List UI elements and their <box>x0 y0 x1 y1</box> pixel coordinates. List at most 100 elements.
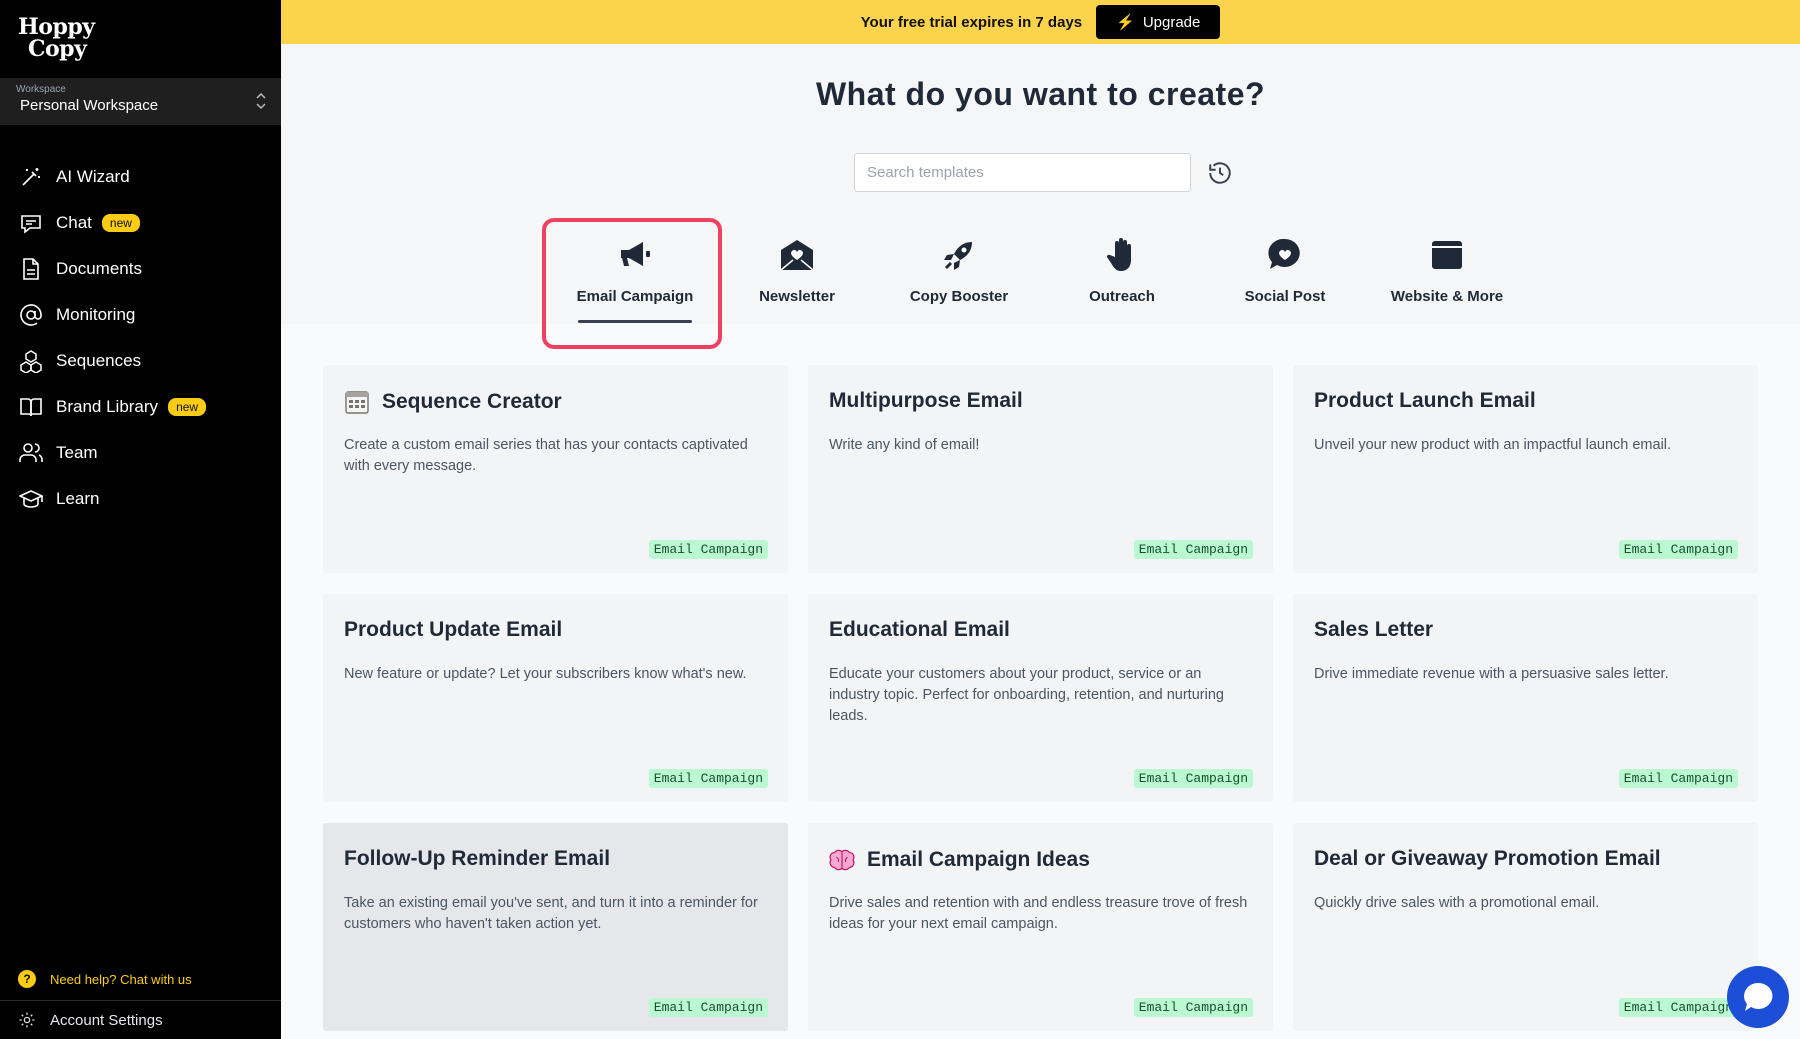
sidebar-item-label: Documents <box>56 259 142 278</box>
category-tag: Email Campaign <box>1133 540 1253 559</box>
search-templates-input[interactable] <box>854 153 1191 192</box>
book-icon <box>18 394 44 420</box>
help-chat-link[interactable]: ? Need help? Chat with us <box>18 970 192 988</box>
trial-banner: Your free trial expires in 7 days ⚡ Upgr… <box>281 0 1800 44</box>
category-tag: Email Campaign <box>1133 998 1253 1017</box>
tab-label: Newsletter <box>759 288 835 305</box>
category-tag: Email Campaign <box>648 540 768 559</box>
brain-icon <box>829 847 855 873</box>
sidebar-item-label: Learn <box>56 489 100 508</box>
card-title: Deal or Giveaway Promotion Email <box>1314 847 1661 870</box>
template-card-product-launch-email[interactable]: Product Launch Email Unveil your new pro… <box>1293 365 1758 573</box>
card-title: Multipurpose Email <box>829 389 1023 412</box>
card-title-row: Multipurpose Email <box>829 389 1023 413</box>
at-sign-icon <box>18 302 44 328</box>
page-title: What do you want to create? <box>815 76 1266 112</box>
tab-social-post[interactable]: Social Post <box>1210 236 1360 332</box>
card-title: Product Update Email <box>344 618 563 641</box>
browser-window-icon <box>1428 236 1466 274</box>
template-card-sales-letter[interactable]: Sales Letter Drive immediate revenue wit… <box>1293 594 1758 802</box>
gear-icon <box>19 1012 35 1028</box>
megaphone-icon <box>616 236 654 274</box>
logo-line-1: Hoppy <box>18 14 95 40</box>
sidebar: Hoppy Copy Workspace Personal Workspace … <box>0 0 281 1039</box>
tab-outreach[interactable]: Outreach <box>1047 236 1197 332</box>
sidebar-item-team[interactable]: Team <box>0 430 281 476</box>
sidebar-item-label: Chat <box>56 213 92 232</box>
new-badge: new <box>101 214 140 232</box>
tab-email-campaign[interactable]: Email Campaign <box>560 236 710 332</box>
sidebar-item-sequences[interactable]: Sequences <box>0 338 281 384</box>
tab-newsletter[interactable]: Newsletter <box>722 236 872 332</box>
card-description: Unveil your new product with an impactfu… <box>1314 437 1672 453</box>
card-title: Email Campaign Ideas <box>867 848 1090 871</box>
logo-line-2: Copy <box>28 36 87 62</box>
card-description: Write any kind of email! <box>829 437 980 453</box>
tab-label: Copy Booster <box>909 288 1009 305</box>
category-tag: Email Campaign <box>1618 540 1738 559</box>
card-title-row: Email Campaign Ideas <box>829 847 1090 873</box>
trial-text: Your free trial expires in 7 days <box>860 13 1083 31</box>
account-settings-link[interactable]: Account Settings <box>0 1000 281 1039</box>
rocket-icon <box>940 236 978 274</box>
sidebar-item-ai-wizard[interactable]: AI Wizard <box>0 154 281 200</box>
card-description: Quickly drive sales with a promotional e… <box>1314 895 1600 911</box>
calendar-icon <box>344 389 370 415</box>
sidebar-item-documents[interactable]: Documents <box>0 246 281 292</box>
tab-label: Outreach <box>1089 288 1155 305</box>
new-badge: new <box>168 398 207 416</box>
sidebar-item-monitoring[interactable]: Monitoring <box>0 292 281 338</box>
history-icon[interactable] <box>1207 160 1233 186</box>
sidebar-nav: AI Wizard Chat new Documents Monitoring <box>0 154 281 522</box>
support-chat-button[interactable] <box>1727 966 1789 1028</box>
category-tag: Email Campaign <box>648 998 768 1017</box>
account-settings-label: Account Settings <box>50 1011 163 1029</box>
workspace-label: Workspace <box>16 84 66 95</box>
users-icon <box>18 440 44 466</box>
card-description: Create a custom email series that has yo… <box>344 437 748 474</box>
upgrade-label: Upgrade <box>1142 13 1201 31</box>
template-card-sequence-creator[interactable]: Sequence Creator Create a custom email s… <box>323 365 788 573</box>
card-description: New feature or update? Let your subscrib… <box>344 666 747 682</box>
template-card-email-campaign-ideas[interactable]: Email Campaign Ideas Drive sales and ret… <box>808 823 1273 1031</box>
sidebar-item-learn[interactable]: Learn <box>0 476 281 522</box>
hoppy-copy-logo[interactable]: Hoppy Copy <box>18 16 108 66</box>
workspace-selector[interactable]: Workspace Personal Workspace <box>0 78 281 125</box>
category-tag: Email Campaign <box>1133 769 1253 788</box>
sidebar-item-chat[interactable]: Chat new <box>0 200 281 246</box>
envelope-heart-icon <box>778 236 816 274</box>
template-card-educational-email[interactable]: Educational Email Educate your customers… <box>808 594 1273 802</box>
chat-icon <box>18 210 44 236</box>
category-tag: Email Campaign <box>648 769 768 788</box>
tab-label: Website & More <box>1390 288 1504 305</box>
card-title-row: Educational Email <box>829 618 1010 642</box>
card-description: Educate your customers about your produc… <box>829 666 1224 724</box>
tab-website-and-more[interactable]: Website & More <box>1372 236 1522 332</box>
card-title-row: Sales Letter <box>1314 618 1433 642</box>
template-card-follow-up-reminder-email[interactable]: Follow-Up Reminder Email Take an existin… <box>323 823 788 1031</box>
document-icon <box>18 256 44 282</box>
card-title-row: Product Update Email <box>344 618 562 642</box>
active-tab-indicator <box>578 320 692 323</box>
card-title-row: Follow-Up Reminder Email <box>344 847 610 871</box>
card-description: Drive immediate revenue with a persuasiv… <box>1314 666 1669 682</box>
cubes-icon <box>18 348 44 374</box>
question-icon: ? <box>18 970 36 988</box>
sidebar-item-label: Monitoring <box>56 305 136 324</box>
upgrade-button[interactable]: ⚡ Upgrade <box>1096 5 1221 39</box>
lightning-icon: ⚡ <box>1116 14 1135 31</box>
tab-label: Social Post <box>1244 288 1326 305</box>
tab-label: Email Campaign <box>576 288 694 305</box>
tab-copy-booster[interactable]: Copy Booster <box>884 236 1034 332</box>
sidebar-item-label: Brand Library <box>56 397 159 416</box>
template-card-product-update-email[interactable]: Product Update Email New feature or upda… <box>323 594 788 802</box>
template-card-deal-or-giveaway-promotion-email[interactable]: Deal or Giveaway Promotion Email Quickly… <box>1293 823 1758 1031</box>
workspace-name: Personal Workspace <box>20 97 159 114</box>
template-card-multipurpose-email[interactable]: Multipurpose Email Write any kind of ema… <box>808 365 1273 573</box>
category-tag: Email Campaign <box>1618 769 1738 788</box>
heart-bubble-icon <box>1266 236 1304 274</box>
card-title-row: Product Launch Email <box>1314 389 1536 413</box>
graduation-cap-icon <box>18 486 44 512</box>
card-description: Drive sales and retention with and endle… <box>829 895 1248 932</box>
sidebar-item-brand-library[interactable]: Brand Library new <box>0 384 281 430</box>
